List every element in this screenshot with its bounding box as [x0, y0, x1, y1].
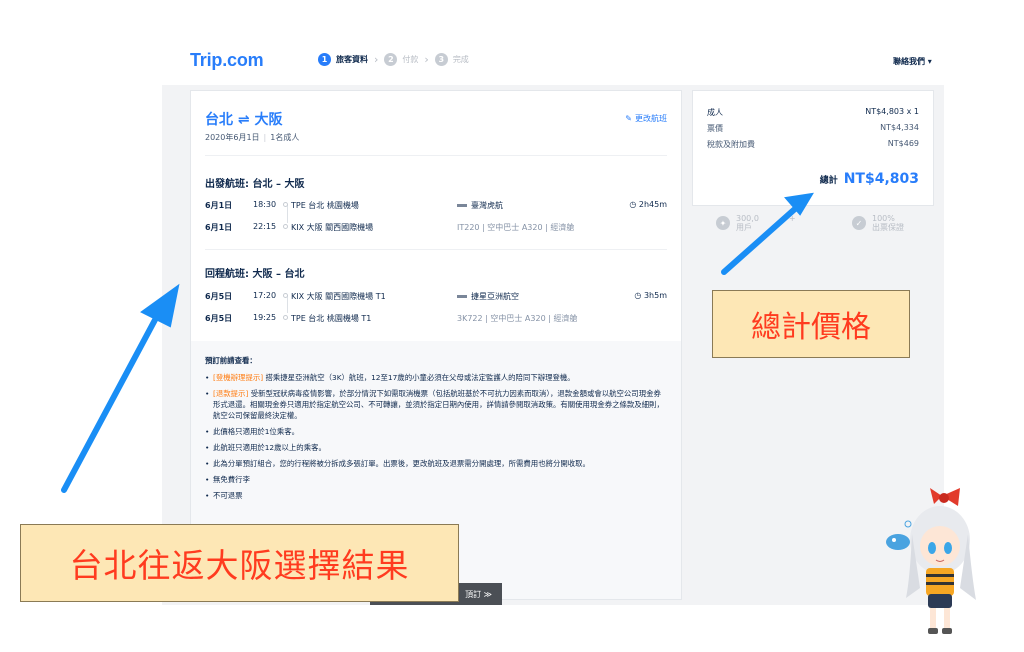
contact-us-menu[interactable]: 聯絡我們 ▾ — [893, 56, 932, 67]
timeline-dot — [283, 202, 288, 207]
divider — [205, 155, 667, 156]
annotation-total-price: 總計價格 — [712, 290, 910, 358]
step-label: 完成 — [452, 55, 469, 64]
note-item: 無免費行李 — [205, 474, 667, 485]
airline-logo-icon — [457, 204, 467, 207]
outbound-title: 出發航班: 台北 – 大阪 — [205, 179, 305, 190]
annotation-search-result: 台北往返大阪選擇結果 — [20, 524, 459, 602]
outbound-arrival-row: 6月1日 22:15 KIX 大阪 關西國際機場 IT220 | 空中巴士 A3… — [205, 222, 575, 232]
step-number: 3 — [434, 53, 448, 66]
users-badge: ✦ 300,0 + 用戶 — [716, 214, 796, 232]
trip-logo[interactable]: Trip.com — [190, 50, 264, 71]
pencil-icon: ✎ — [625, 114, 632, 123]
note-item: 不可退票 — [205, 490, 667, 501]
step-number: 1 — [318, 53, 331, 66]
timeline-dot — [283, 224, 288, 229]
airline-logo-icon — [457, 295, 467, 298]
guarantee-badge: ✓ 100% 出票保證 — [852, 214, 904, 232]
note-item: 此航班只適用於12歲以上的乘客。 — [205, 442, 667, 453]
step-label: 付款 — [402, 55, 419, 64]
fare-row: 票價 NT$4,334 — [707, 123, 919, 133]
passenger-count: 1名成人 — [270, 133, 300, 142]
users-icon: ✦ — [716, 216, 730, 230]
arrow-to-flights — [61, 283, 180, 493]
trust-badges: ✦ 300,0 + 用戶 ✓ 100% 出票保證 — [716, 214, 926, 240]
note-item: [登機辦理提示] 搭乘捷星亞洲航空（3K）航班，12至17歲的小童必須在父母或法… — [205, 372, 667, 383]
note-item: 此價格只適用於1位乘客。 — [205, 426, 667, 437]
total-value: NT$4,803 — [843, 171, 919, 187]
clock-icon: ◷ — [634, 291, 644, 300]
inbound-title: 回程航班: 大阪 – 台北 — [205, 269, 305, 280]
total-price: 總計 NT$4,803 — [819, 171, 919, 187]
note-item: [退款提示] 受新型冠狀病毒疫情影響，於部分情況下如需取消機票（包括航班基於不可… — [205, 388, 667, 421]
outbound-departure-row: 6月1日 18:30 TPE 台北 桃園機場 臺灣虎航 ◷ 2h45m — [205, 200, 667, 210]
note-item: 此為分單預訂組合，您的行程將被分拆成多張訂單。出票後，更改航班及退票需分開處理，… — [205, 458, 667, 469]
route-title: 台北 ⇌ 大阪 — [205, 112, 283, 128]
step-complete: 3 完成 — [434, 53, 469, 66]
step-label: 旅客資料 — [336, 55, 368, 64]
adult-price-row: 成人 NT$4,803 x 1 — [707, 107, 919, 117]
chevron-right-icon: › — [374, 53, 379, 66]
timeline-dot — [283, 293, 288, 298]
shield-check-icon: ✓ — [852, 216, 866, 230]
divider — [205, 249, 667, 250]
step-payment: 2 付款 — [384, 53, 418, 66]
trip-date: 2020年6月1日 — [205, 133, 260, 142]
clock-icon: ◷ — [629, 200, 639, 209]
inbound-arrival-row: 6月5日 19:25 TPE 台北 桃園機場 T1 3K722 | 空中巴士 A… — [205, 313, 578, 323]
progress-steps: 1 旅客資料 › 2 付款 › 3 完成 — [318, 53, 469, 66]
inbound-departure-row: 6月5日 17:20 KIX 大阪 關西國際機場 T1 捷星亞洲航空 ◷ 3h5… — [205, 291, 667, 301]
price-summary-card: 成人 NT$4,803 x 1 票價 NT$4,334 稅款及附加費 NT$469 總… — [692, 90, 934, 206]
timeline-dot — [283, 315, 288, 320]
change-flight-button[interactable]: ✎ 更改航班 — [625, 113, 667, 124]
chevron-right-icon: › — [424, 53, 429, 66]
route-subtitle: 2020年6月1日 | 1名成人 — [205, 133, 300, 142]
notes-title: 預訂前請查看： — [205, 356, 257, 365]
step-number: 2 — [384, 53, 398, 66]
tax-row: 稅款及附加費 NT$469 — [707, 139, 919, 149]
step-traveler-info: 1 旅客資料 — [318, 53, 368, 66]
mascot-illustration — [886, 488, 976, 634]
